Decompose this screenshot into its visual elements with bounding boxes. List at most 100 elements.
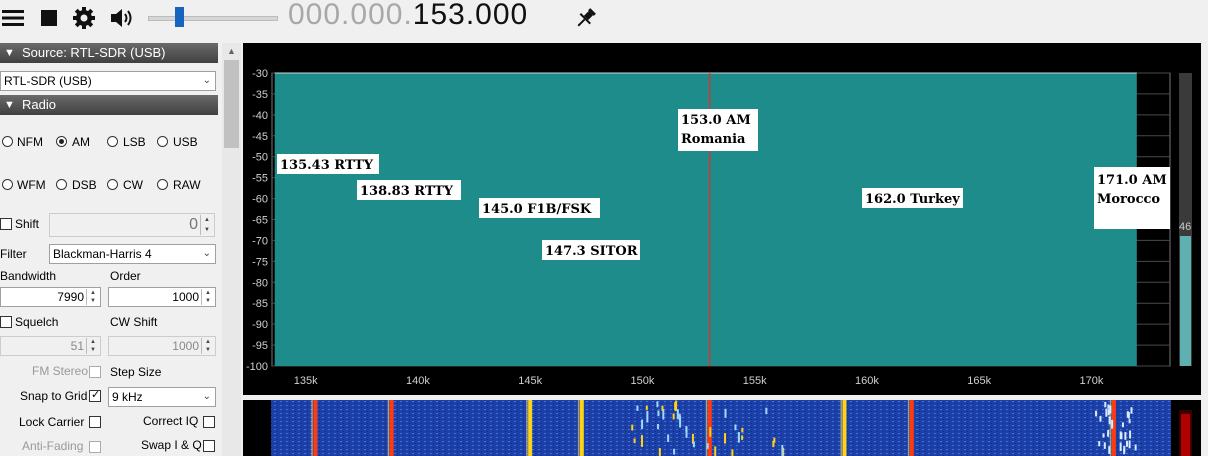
x-tick-label: 170k: [1079, 375, 1103, 387]
mode-radio-wfm[interactable]: [2, 179, 13, 190]
left-panel-scrollbar[interactable]: ▲: [222, 43, 241, 456]
anti-fading-label: Anti-Fading: [22, 439, 84, 453]
step-size-value: 9 kHz: [112, 390, 143, 404]
annotation-135-43-text: 135.43 RTTY: [280, 158, 374, 173]
spin-arrows-icon[interactable]: ▲ ▼: [86, 289, 99, 305]
cw-shift-input[interactable]: 1000 ▲ ▼: [108, 336, 216, 356]
waterfall-sample: [672, 413, 675, 420]
mode-radio-raw[interactable]: [157, 179, 168, 190]
mode-label-cw: CW: [123, 178, 143, 192]
spin-arrows-icon[interactable]: ▲ ▼: [201, 289, 214, 305]
gain-meter-fill[interactable]: [1180, 236, 1191, 366]
waterfall-signal: [842, 400, 847, 456]
y-tick-label: -85: [252, 298, 268, 310]
mode-radio-usb[interactable]: [157, 136, 168, 147]
x-tick-label: 160k: [855, 375, 879, 387]
frequency-display[interactable]: 000.000.153.000: [288, 0, 528, 32]
fm-stereo-label: FM Stereo: [32, 364, 89, 378]
waterfall-sample: [1124, 432, 1127, 440]
filter-value: Blackman-Harris 4: [53, 247, 152, 261]
speaker-icon[interactable]: [108, 5, 136, 31]
y-tick-label: -65: [252, 215, 268, 227]
annotation-138-83-text: 138.83 RTTY: [360, 184, 454, 199]
chevron-down-icon: ⌄: [202, 248, 211, 259]
radio-section-header[interactable]: ▼ Radio: [0, 95, 218, 115]
gear-icon[interactable]: [71, 5, 97, 31]
fm-stereo-checkbox[interactable]: [89, 366, 101, 378]
hamburger-menu-icon[interactable]: [0, 5, 26, 31]
waterfall-sample: [641, 419, 644, 430]
collapse-triangle-icon: ▼: [4, 47, 15, 59]
waterfall-sample: [1108, 446, 1111, 454]
correct-iq-checkbox[interactable]: [203, 416, 215, 428]
annotation-153-0-text: 153.0 AM: [681, 113, 751, 128]
waterfall-display[interactable]: [243, 400, 1201, 456]
mode-radio-nfm[interactable]: [2, 136, 13, 147]
bandwidth-input[interactable]: 7990 ▲ ▼: [0, 287, 101, 307]
spin-arrows-icon[interactable]: ▲ ▼: [200, 215, 213, 235]
waterfall-sample: [1107, 432, 1110, 437]
order-input[interactable]: 1000 ▲ ▼: [108, 287, 216, 307]
waterfall-sample: [1120, 432, 1123, 440]
pin-icon[interactable]: [573, 5, 599, 31]
mode-label-usb: USB: [173, 135, 198, 149]
y-tick-label: -100: [246, 361, 268, 373]
shift-input[interactable]: 0 ▲ ▼: [49, 213, 215, 237]
x-tick-label: 140k: [406, 375, 430, 387]
waterfall-sample: [676, 409, 679, 420]
mode-label-am: AM: [72, 135, 90, 149]
spin-arrows-icon[interactable]: ▲ ▼: [86, 338, 99, 354]
spectrum-panel[interactable]: -30 -35 -40 -45 -50 -55 -60 -65 -70 -75 -80 -85 -90 -…: [243, 43, 1201, 395]
waterfall-sample: [741, 427, 744, 433]
y-tick-label: -50: [252, 152, 268, 164]
anti-fading-checkbox[interactable]: [89, 441, 101, 453]
annotation-147-3-text: 147.3 SITOR: [545, 244, 638, 259]
waterfall-sample: [1123, 445, 1126, 452]
annotation-145-0-text: 145.0 F1B/FSK: [482, 202, 592, 217]
waterfall-sample: [765, 407, 768, 415]
waterfall-sample: [714, 446, 717, 456]
mode-radio-am[interactable]: [56, 136, 67, 147]
annotation-171-0: 171.0 AM Morocco: [1094, 167, 1170, 229]
lock-carrier-checkbox[interactable]: [89, 416, 101, 428]
source-section-header[interactable]: ▼ Source: RTL-SDR (USB): [0, 43, 218, 63]
shift-checkbox[interactable]: [0, 218, 12, 230]
scrollbar-thumb[interactable]: [224, 60, 239, 148]
squelch-input[interactable]: 51 ▲ ▼: [0, 336, 101, 356]
y-tick-label: -40: [252, 110, 268, 122]
volume-slider[interactable]: [148, 6, 278, 28]
mode-radio-dsb[interactable]: [56, 179, 67, 190]
waterfall-signal: [528, 400, 533, 456]
waterfall-sample: [1134, 444, 1137, 451]
filter-select[interactable]: Blackman-Harris 4 ⌄: [49, 244, 216, 264]
step-size-select[interactable]: 9 kHz ⌄: [108, 387, 216, 407]
mode-radio-cw[interactable]: [107, 179, 118, 190]
waterfall-sample: [731, 449, 734, 456]
cw-shift-label: CW Shift: [110, 315, 158, 329]
squelch-checkbox[interactable]: [0, 316, 12, 328]
x-tick-label: 155k: [743, 375, 767, 387]
mode-radio-lsb[interactable]: [107, 136, 118, 147]
waterfall-sample: [633, 438, 636, 444]
waterfall-panel[interactable]: [243, 400, 1201, 456]
y-tick-label: -80: [252, 277, 268, 289]
waterfall-signal-edge: [526, 400, 528, 456]
source-device-select[interactable]: RTL-SDR (USB) ⌄: [0, 71, 216, 91]
scroll-up-arrow-icon[interactable]: ▲: [222, 43, 241, 60]
stop-icon[interactable]: [38, 5, 60, 31]
snap-to-grid-checkbox[interactable]: ✓: [89, 389, 101, 402]
spin-arrows-icon[interactable]: ▲ ▼: [201, 338, 214, 354]
swap-iq-checkbox[interactable]: [203, 440, 215, 452]
volume-slider-thumb[interactable]: [175, 7, 184, 27]
waterfall-signal-edge: [907, 400, 910, 456]
y-tick-label: -55: [252, 173, 268, 185]
collapse-triangle-icon: ▼: [4, 99, 15, 111]
annotation-162-0-text: 162.0 Turkey: [865, 192, 960, 207]
step-size-label: Step Size: [110, 365, 162, 379]
waterfall-sample: [673, 448, 676, 455]
y-tick-label: -60: [252, 194, 268, 206]
chevron-down-icon: ⌄: [202, 391, 211, 402]
source-device-value: RTL-SDR (USB): [4, 74, 92, 88]
spectrum-chart[interactable]: -30 -35 -40 -45 -50 -55 -60 -65 -70 -75 -80 -85 -90 -…: [243, 43, 1201, 395]
waterfall-sample: [658, 448, 661, 456]
